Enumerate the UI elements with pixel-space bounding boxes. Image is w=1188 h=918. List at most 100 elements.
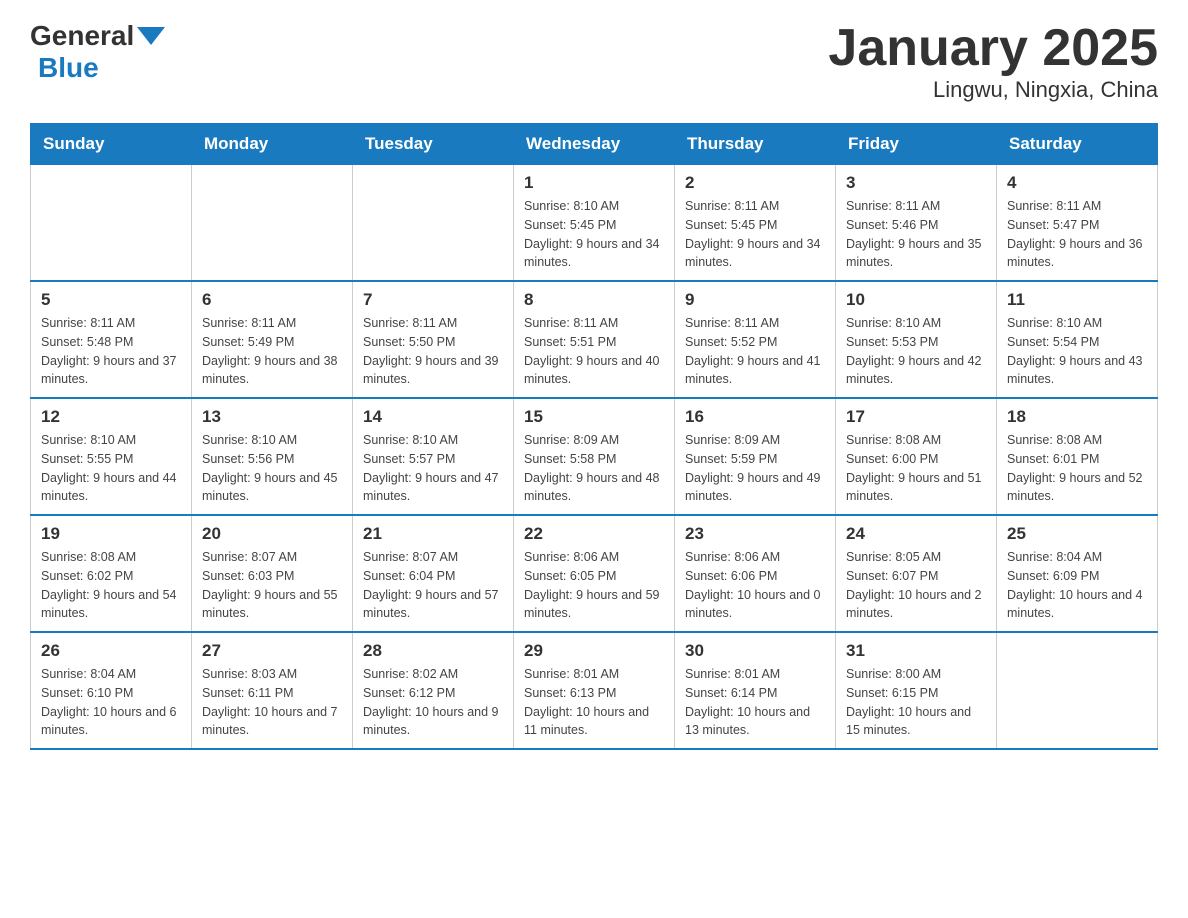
day-number: 4	[1007, 173, 1147, 193]
day-info: Sunrise: 8:08 AM Sunset: 6:02 PM Dayligh…	[41, 548, 181, 623]
day-number: 11	[1007, 290, 1147, 310]
day-number: 31	[846, 641, 986, 661]
calendar-cell: 15Sunrise: 8:09 AM Sunset: 5:58 PM Dayli…	[514, 398, 675, 515]
day-info: Sunrise: 8:11 AM Sunset: 5:51 PM Dayligh…	[524, 314, 664, 389]
day-number: 8	[524, 290, 664, 310]
day-number: 17	[846, 407, 986, 427]
day-number: 20	[202, 524, 342, 544]
logo: General Blue	[30, 20, 168, 84]
calendar-week-row: 19 Sunrise: 8:08 AM Sunset: 6:02 PM Dayli…	[31, 515, 1158, 632]
day-info: Sunrise: 8:05 AM Sunset: 6:07 PM Dayligh…	[846, 548, 986, 623]
calendar-cell: 7 Sunrise: 8:11 AM Sunset: 5:50 PM Daylig…	[353, 281, 514, 398]
calendar-cell: 12 Sunrise: 8:10 AM Sunset: 5:55 PM Dayli…	[31, 398, 192, 515]
page-header: General Blue January 2025 Lingwu, Ningxi…	[30, 20, 1158, 103]
day-number: 3	[846, 173, 986, 193]
weekday-header-tuesday: Tuesday	[353, 124, 514, 165]
day-info: Sunrise: 8:11 AM Sunset: 5:49 PM Dayligh…	[202, 314, 342, 389]
weekday-header-monday: Monday	[192, 124, 353, 165]
day-number: 23	[685, 524, 825, 544]
day-info: Sunrise: 8:06 AM Sunset: 6:06 PM Dayligh…	[685, 548, 825, 623]
day-info: Sunrise: 8:08 AM Sunset: 6:01 PM Dayligh…	[1007, 431, 1147, 506]
weekday-header-thursday: Thursday	[675, 124, 836, 165]
day-number: 22	[524, 524, 664, 544]
calendar-cell: 14 Sunrise: 8:10 AM Sunset: 5:57 PM Dayli…	[353, 398, 514, 515]
calendar-cell: 29Sunrise: 8:01 AM Sunset: 6:13 PM Dayli…	[514, 632, 675, 749]
day-number: 12	[41, 407, 181, 427]
calendar-cell: 31 Sunrise: 8:00 AM Sunset: 6:15 PM Dayli…	[836, 632, 997, 749]
calendar-cell	[997, 632, 1158, 749]
day-info: Sunrise: 8:03 AM Sunset: 6:11 PM Dayligh…	[202, 665, 342, 740]
day-info: Sunrise: 8:02 AM Sunset: 6:12 PM Dayligh…	[363, 665, 503, 740]
day-number: 10	[846, 290, 986, 310]
calendar-cell: 1 Sunrise: 8:10 AM Sunset: 5:45 PM Daylig…	[514, 165, 675, 282]
calendar-cell: 11 Sunrise: 8:10 AM Sunset: 5:54 PM Dayli…	[997, 281, 1158, 398]
calendar-cell	[192, 165, 353, 282]
day-number: 2	[685, 173, 825, 193]
calendar-cell: 10 Sunrise: 8:10 AM Sunset: 5:53 PM Dayli…	[836, 281, 997, 398]
calendar-cell: 3 Sunrise: 8:11 AM Sunset: 5:46 PM Daylig…	[836, 165, 997, 282]
day-number: 14	[363, 407, 503, 427]
logo-blue-text: Blue	[38, 52, 99, 83]
day-number: 1	[524, 173, 664, 193]
calendar-cell: 30 Sunrise: 8:01 AM Sunset: 6:14 PM Dayli…	[675, 632, 836, 749]
day-number: 29	[524, 641, 664, 661]
day-info: Sunrise: 8:11 AM Sunset: 5:48 PM Dayligh…	[41, 314, 181, 389]
day-info: Sunrise: 8:10 AM Sunset: 5:55 PM Dayligh…	[41, 431, 181, 506]
calendar-body: 1 Sunrise: 8:10 AM Sunset: 5:45 PM Daylig…	[31, 165, 1158, 750]
day-info: Sunrise: 8:09 AM Sunset: 5:59 PM Dayligh…	[685, 431, 825, 506]
calendar-cell: 22Sunrise: 8:06 AM Sunset: 6:05 PM Dayli…	[514, 515, 675, 632]
page-title: January 2025	[828, 20, 1158, 77]
day-info: Sunrise: 8:01 AM Sunset: 6:14 PM Dayligh…	[685, 665, 825, 740]
day-info: Sunrise: 8:11 AM Sunset: 5:47 PM Dayligh…	[1007, 197, 1147, 272]
weekday-header-saturday: Saturday	[997, 124, 1158, 165]
calendar-cell: 17Sunrise: 8:08 AM Sunset: 6:00 PM Dayli…	[836, 398, 997, 515]
day-number: 7	[363, 290, 503, 310]
day-info: Sunrise: 8:11 AM Sunset: 5:46 PM Dayligh…	[846, 197, 986, 272]
calendar-header: SundayMondayTuesdayWednesdayThursdayFrid…	[31, 124, 1158, 165]
day-info: Sunrise: 8:10 AM Sunset: 5:53 PM Dayligh…	[846, 314, 986, 389]
calendar-cell: 4 Sunrise: 8:11 AM Sunset: 5:47 PM Daylig…	[997, 165, 1158, 282]
calendar-cell: 16 Sunrise: 8:09 AM Sunset: 5:59 PM Dayli…	[675, 398, 836, 515]
calendar-cell: 26Sunrise: 8:04 AM Sunset: 6:10 PM Dayli…	[31, 632, 192, 749]
calendar-week-row: 12 Sunrise: 8:10 AM Sunset: 5:55 PM Dayli…	[31, 398, 1158, 515]
day-number: 5	[41, 290, 181, 310]
day-info: Sunrise: 8:10 AM Sunset: 5:45 PM Dayligh…	[524, 197, 664, 272]
day-number: 27	[202, 641, 342, 661]
day-info: Sunrise: 8:11 AM Sunset: 5:50 PM Dayligh…	[363, 314, 503, 389]
day-info: Sunrise: 8:07 AM Sunset: 6:04 PM Dayligh…	[363, 548, 503, 623]
day-info: Sunrise: 8:10 AM Sunset: 5:54 PM Dayligh…	[1007, 314, 1147, 389]
calendar-cell: 9 Sunrise: 8:11 AM Sunset: 5:52 PM Daylig…	[675, 281, 836, 398]
day-info: Sunrise: 8:00 AM Sunset: 6:15 PM Dayligh…	[846, 665, 986, 740]
calendar-cell: 24Sunrise: 8:05 AM Sunset: 6:07 PM Dayli…	[836, 515, 997, 632]
calendar-cell: 19 Sunrise: 8:08 AM Sunset: 6:02 PM Dayli…	[31, 515, 192, 632]
day-number: 21	[363, 524, 503, 544]
day-info: Sunrise: 8:11 AM Sunset: 5:45 PM Dayligh…	[685, 197, 825, 272]
calendar-cell: 21 Sunrise: 8:07 AM Sunset: 6:04 PM Dayli…	[353, 515, 514, 632]
day-number: 18	[1007, 407, 1147, 427]
day-number: 9	[685, 290, 825, 310]
day-number: 16	[685, 407, 825, 427]
day-number: 30	[685, 641, 825, 661]
weekday-header-friday: Friday	[836, 124, 997, 165]
day-number: 26	[41, 641, 181, 661]
calendar-cell: 28 Sunrise: 8:02 AM Sunset: 6:12 PM Dayli…	[353, 632, 514, 749]
logo-general-text: General	[30, 20, 134, 52]
day-number: 19	[41, 524, 181, 544]
calendar-week-row: 5 Sunrise: 8:11 AM Sunset: 5:48 PM Daylig…	[31, 281, 1158, 398]
day-number: 25	[1007, 524, 1147, 544]
day-info: Sunrise: 8:11 AM Sunset: 5:52 PM Dayligh…	[685, 314, 825, 389]
calendar-cell: 2 Sunrise: 8:11 AM Sunset: 5:45 PM Daylig…	[675, 165, 836, 282]
day-info: Sunrise: 8:10 AM Sunset: 5:56 PM Dayligh…	[202, 431, 342, 506]
calendar-cell: 25 Sunrise: 8:04 AM Sunset: 6:09 PM Dayli…	[997, 515, 1158, 632]
calendar-cell: 8 Sunrise: 8:11 AM Sunset: 5:51 PM Daylig…	[514, 281, 675, 398]
calendar-cell	[353, 165, 514, 282]
day-info: Sunrise: 8:04 AM Sunset: 6:09 PM Dayligh…	[1007, 548, 1147, 623]
day-info: Sunrise: 8:07 AM Sunset: 6:03 PM Dayligh…	[202, 548, 342, 623]
title-block: January 2025 Lingwu, Ningxia, China	[828, 20, 1158, 103]
calendar-cell: 6Sunrise: 8:11 AM Sunset: 5:49 PM Daylig…	[192, 281, 353, 398]
day-number: 28	[363, 641, 503, 661]
day-number: 13	[202, 407, 342, 427]
calendar-cell: 23 Sunrise: 8:06 AM Sunset: 6:06 PM Dayli…	[675, 515, 836, 632]
day-info: Sunrise: 8:10 AM Sunset: 5:57 PM Dayligh…	[363, 431, 503, 506]
page-subtitle: Lingwu, Ningxia, China	[828, 77, 1158, 103]
